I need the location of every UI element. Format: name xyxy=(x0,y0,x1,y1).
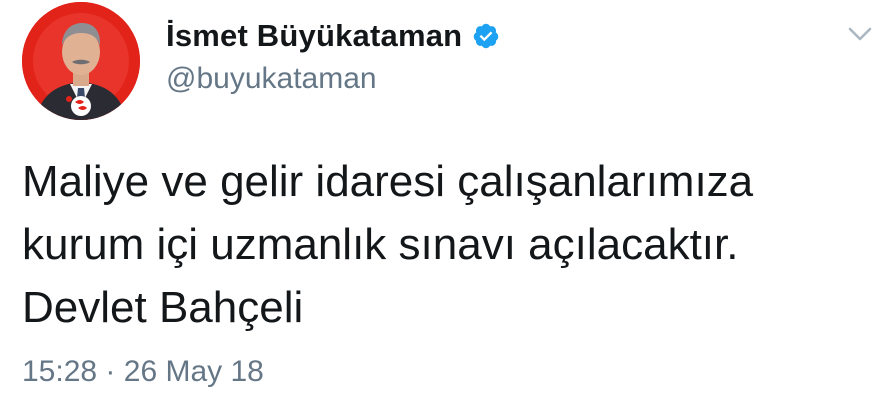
meta-separator: · xyxy=(105,355,116,388)
author-display-name[interactable]: İsmet Büyükataman xyxy=(166,18,462,54)
tweet-date: 26 May 18 xyxy=(123,355,264,388)
author-handle[interactable]: @buyukataman xyxy=(166,62,377,96)
tweet-time: 15:28 xyxy=(22,355,98,388)
tweet-card: İsmet Büyükataman @buyukataman Maliye ve… xyxy=(0,0,887,400)
tweet-timestamp[interactable]: 15:28 · 26 May 18 xyxy=(22,355,264,389)
tweet-text-line: Devlet Bahçeli xyxy=(22,283,304,332)
tweet-text: Maliye ve gelir idaresi çalışanlarımıza … xyxy=(22,150,872,339)
author-avatar[interactable] xyxy=(22,2,140,120)
chevron-down-icon[interactable] xyxy=(845,22,875,46)
tweet-text-line: Maliye ve gelir idaresi çalışanlarımıza xyxy=(22,157,754,206)
verified-badge-icon xyxy=(472,22,500,50)
tweet-text-line: kurum içi uzmanlık sınavı açılacaktır. xyxy=(22,220,739,269)
author-name-row: İsmet Büyükataman xyxy=(166,16,500,56)
profile-photo-avatar xyxy=(22,2,140,120)
